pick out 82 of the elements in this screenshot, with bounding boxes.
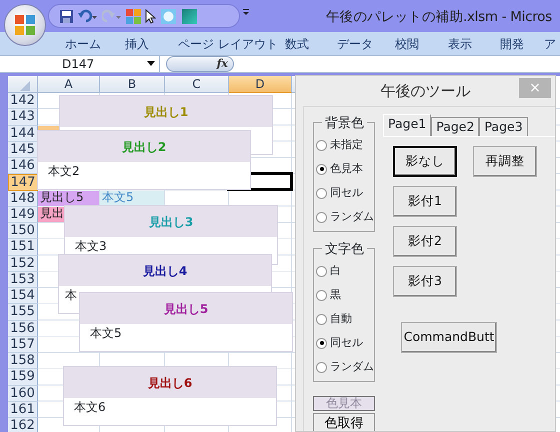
undo-icon[interactable] <box>78 8 98 24</box>
shape-body-text: 本文3 <box>74 238 108 254</box>
table-cell: 見出し5 <box>38 190 99 206</box>
radio-option[interactable]: ランダム <box>316 355 374 379</box>
row-header[interactable]: 162 <box>8 418 38 432</box>
ribbon-tab[interactable]: データ <box>336 34 373 52</box>
row-header[interactable]: 150 <box>8 223 38 240</box>
gradient-square-icon[interactable] <box>181 8 198 24</box>
shape-heading: 見出し1 <box>60 96 272 127</box>
row-header[interactable]: 161 <box>8 402 38 418</box>
row-header[interactable]: 151 <box>8 239 38 256</box>
shape-heading: 見出し6 <box>64 367 276 398</box>
tab[interactable]: Page3 <box>479 117 528 136</box>
tab[interactable]: Page2 <box>431 117 480 136</box>
ribbon-tab[interactable]: 数式 <box>284 34 309 52</box>
radio-option[interactable]: 色見本 <box>316 157 374 181</box>
row-header[interactable]: 160 <box>8 386 38 402</box>
row-header[interactable]: 152 <box>8 256 38 272</box>
shape-body-text: 本文5 <box>89 325 123 341</box>
command-button[interactable]: 再調整 <box>473 146 537 177</box>
pick-color-button[interactable]: 色取得 <box>313 413 375 431</box>
select-all-button[interactable] <box>8 76 38 93</box>
column-header[interactable]: C <box>165 76 229 93</box>
ribbon-tab[interactable]: 挿入 <box>125 34 149 52</box>
radio-option[interactable]: 同セル <box>316 181 374 205</box>
office-logo-icon <box>13 13 37 37</box>
ribbon-tab[interactable]: ページ レイアウト <box>178 34 278 52</box>
row-header[interactable]: 149 <box>8 206 38 223</box>
shape-heading: 見出し3 <box>65 206 277 237</box>
column-header[interactable]: B <box>100 76 165 93</box>
table-cell: 本文5 <box>100 190 164 206</box>
shape-heading: 見出し2 <box>38 131 250 162</box>
command-button[interactable]: 影付3 <box>393 266 457 297</box>
window-title: 午後のパレットの補助.xlsm - Micros <box>326 8 552 27</box>
row-header[interactable]: 142 <box>8 93 38 110</box>
shape-heading: 見出し4 <box>59 255 271 286</box>
name-box[interactable]: D147 <box>62 55 94 73</box>
tab[interactable]: Page1 <box>383 114 432 136</box>
radio-option[interactable]: 白 <box>316 259 374 283</box>
row-header[interactable]: 145 <box>8 142 38 158</box>
ribbon-tab[interactable]: ア <box>544 34 556 52</box>
shape-body-text: 本 <box>64 287 78 303</box>
column-header[interactable]: D <box>229 76 292 93</box>
radio-option[interactable]: 黒 <box>316 283 374 307</box>
insert-function-button[interactable]: fx <box>166 56 234 72</box>
row-header[interactable]: 144 <box>8 126 38 142</box>
customize-dropdown-icon[interactable] <box>242 8 250 16</box>
command-button[interactable]: 影なし <box>393 146 457 177</box>
row-header[interactable]: 155 <box>8 304 38 320</box>
shape-body-text: 本文2 <box>47 163 81 179</box>
column-header[interactable]: A <box>38 76 100 93</box>
save-icon[interactable] <box>59 8 74 24</box>
office-button[interactable] <box>4 4 46 46</box>
color-sample-label: 色見本 <box>313 396 375 411</box>
dialog-title: 午後のツール <box>380 80 470 102</box>
shape-heading: 見出し5 <box>80 293 292 324</box>
row-header[interactable]: 154 <box>8 288 38 304</box>
command-button[interactable]: CommandButt <box>401 322 497 353</box>
radio-option[interactable]: 同セル <box>316 331 374 355</box>
radio-option[interactable]: ランダム <box>316 205 374 229</box>
cursor-icon[interactable] <box>145 8 156 24</box>
row-header[interactable]: 159 <box>8 369 38 386</box>
command-button[interactable]: 影付1 <box>393 186 457 217</box>
command-button[interactable]: 影付2 <box>393 226 457 257</box>
ribbon-tab[interactable]: 表示 <box>448 34 472 52</box>
dropdown-icon[interactable] <box>147 61 155 66</box>
radio-option[interactable]: 自動 <box>316 307 374 331</box>
ribbon-tab[interactable]: ホーム <box>65 34 101 52</box>
row-header[interactable]: 148 <box>8 190 38 207</box>
row-header[interactable]: 147 <box>8 174 38 190</box>
redo-icon[interactable] <box>102 8 122 24</box>
row-header[interactable]: 153 <box>8 272 38 288</box>
shape-body-text: 本文6 <box>73 399 107 415</box>
ribbon-tab[interactable]: 校閲 <box>394 34 419 52</box>
select-all-icon <box>20 81 30 91</box>
row-header[interactable]: 143 <box>8 109 38 126</box>
ribbon-tab[interactable]: 開発 <box>500 34 524 52</box>
row-header[interactable]: 146 <box>8 158 38 174</box>
row-header[interactable]: 158 <box>8 353 38 370</box>
row-header[interactable]: 157 <box>8 336 38 353</box>
row-header[interactable]: 156 <box>8 320 38 337</box>
radio-option[interactable]: 未指定 <box>316 133 374 157</box>
